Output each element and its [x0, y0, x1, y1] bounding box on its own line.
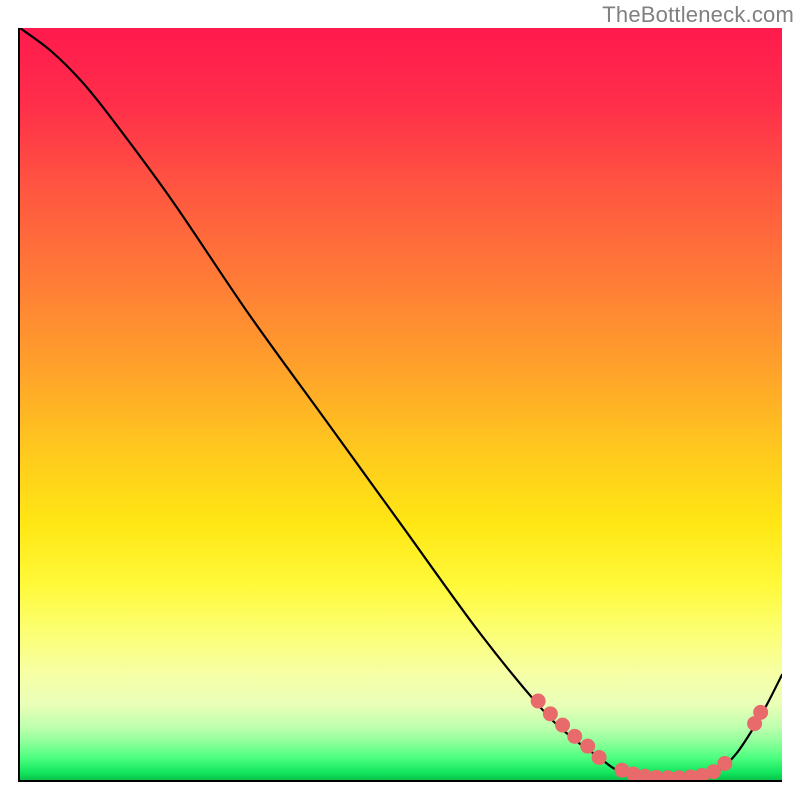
- curve-marker: [753, 705, 768, 720]
- curve-marker: [717, 756, 732, 771]
- bottleneck-curve: [20, 28, 782, 779]
- curve-marker: [580, 739, 595, 754]
- curve-marker: [531, 694, 546, 709]
- curve-marker: [543, 706, 558, 721]
- chart-container: TheBottleneck.com: [0, 0, 800, 800]
- watermark-text: TheBottleneck.com: [602, 2, 794, 28]
- curve-markers: [531, 694, 768, 782]
- plot-area: [18, 28, 782, 782]
- curve-marker: [555, 718, 570, 733]
- curve-marker: [567, 729, 582, 744]
- chart-svg: [20, 28, 782, 780]
- curve-marker: [592, 750, 607, 765]
